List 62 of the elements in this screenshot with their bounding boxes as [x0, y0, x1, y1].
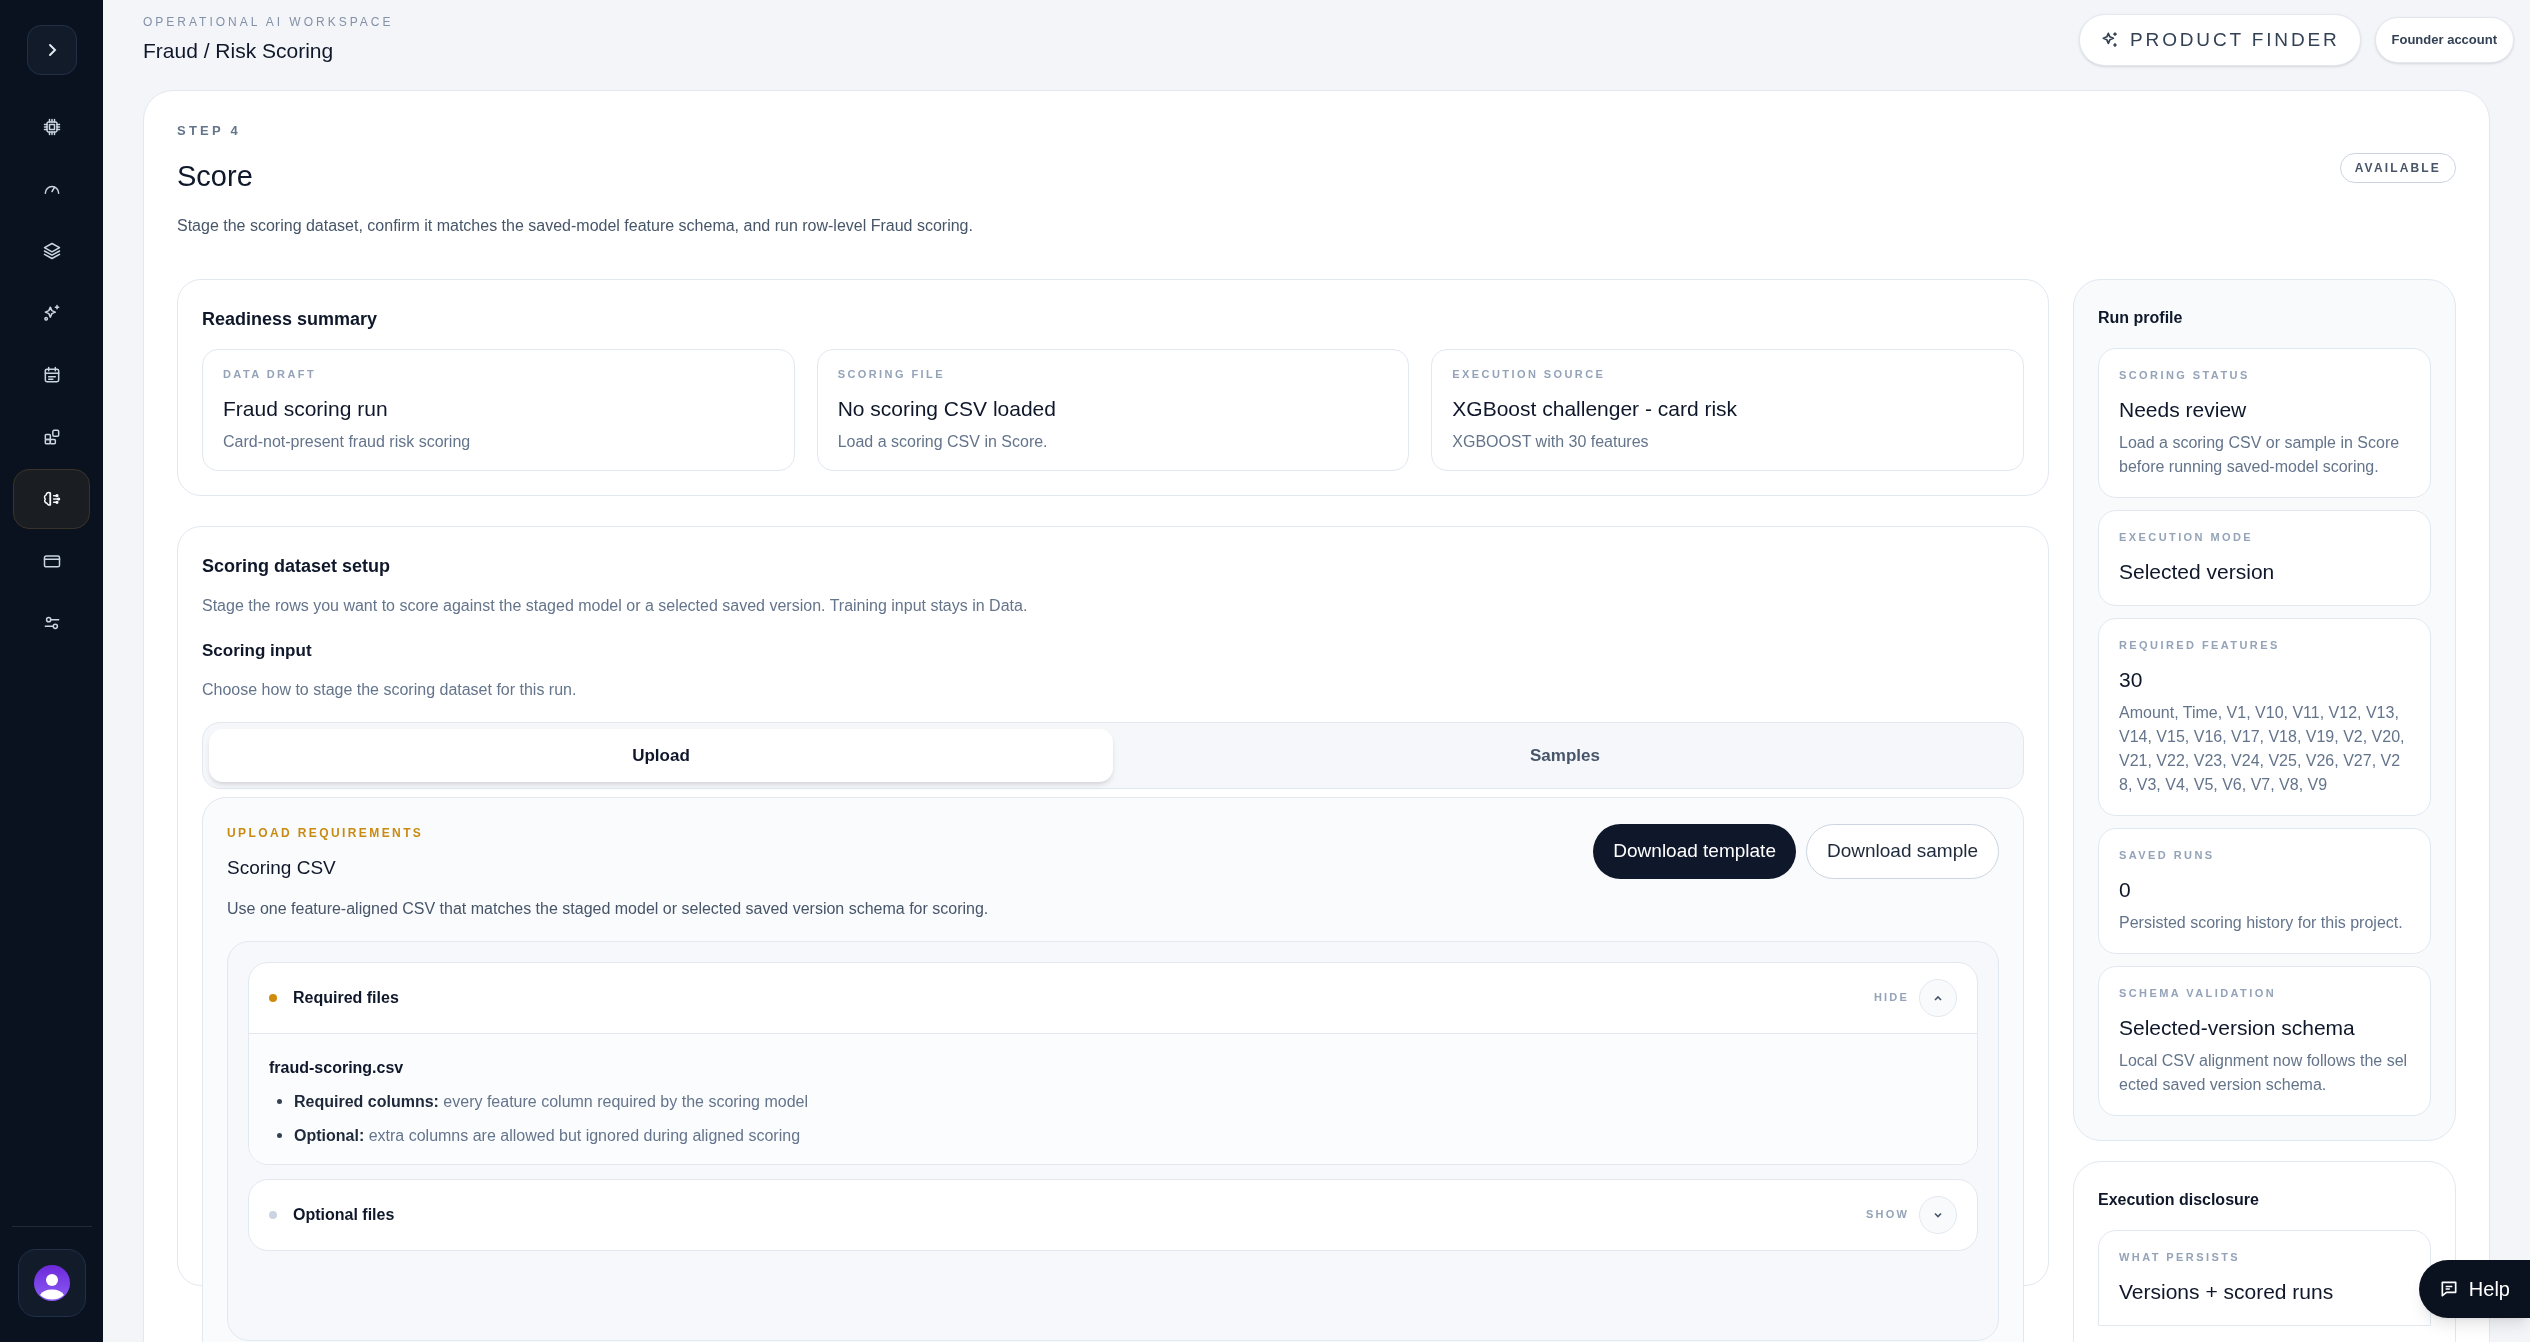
section-title: Readiness summary: [202, 308, 379, 331]
input-description: Choose how to stage the scoring dataset for this run.: [202, 679, 578, 700]
card-label: DATA DRAFT: [223, 367, 318, 382]
nav-item[interactable]: [13, 469, 90, 529]
card-value: Versions + scored runs: [2119, 1278, 2335, 1305]
requirements-description: Use one feature-aligned CSV that matches the staged model or selected saved version schema for scoring.: [227, 898, 990, 919]
mode-tab[interactable]: Samples: [1113, 728, 2017, 782]
section-name: Optional files: [293, 1204, 396, 1225]
section-title: Execution disclosure: [2098, 1190, 2260, 1210]
card-value: No scoring CSV loaded: [837, 395, 1057, 422]
card-label: SCORING FILE: [837, 367, 946, 382]
mode-tab[interactable]: Upload: [209, 728, 1113, 782]
download-template-button[interactable]: Download template: [1593, 824, 1796, 879]
card-value: 30: [2119, 666, 2144, 693]
section-name: Required files: [293, 987, 400, 1008]
input-title: Scoring input: [202, 640, 313, 662]
step-label: STEP 4: [177, 122, 243, 140]
card-value: Selected-version schema: [2119, 1014, 2356, 1041]
card-detail: XGBOOST with 30 features: [1452, 432, 1650, 452]
card-detail: Load a scoring CSV or sample in Score before running saved-model scoring.: [2119, 433, 2401, 477]
requirement-text: Optional: extra columns are allowed but ignored during aligned scoring: [294, 1125, 801, 1146]
card-detail: Amount, Time, V1, V10, V11, V12, V13, V14, V15, V16, V17, V18, V19, V2, V20, V21, V22, V23, V24, V25, V26, V27, V28, V3, V4, V5, V6, V7, V8, V9: [2119, 703, 2406, 795]
card-label: SCORING STATUS: [2119, 368, 2251, 383]
card-label: EXECUTION MODE: [2119, 530, 2255, 545]
profile-avatar-button[interactable]: [17, 1249, 86, 1317]
toggle-button[interactable]: [1919, 978, 1957, 1017]
step-description: Stage the scoring dataset, confirm it matches the saved-model feature schema, and run row-level Fraud scoring.: [177, 216, 973, 236]
toggle-label: HIDE: [1873, 990, 1909, 1006]
layers-icon: [41, 241, 62, 261]
product-finder-button[interactable]: PRODUCT FINDER: [2079, 13, 2361, 67]
card-label: WHAT PERSISTS: [2119, 1250, 2242, 1265]
file-name: fraud-scoring.csv: [269, 1057, 405, 1078]
card-label: SCHEMA VALIDATION: [2119, 986, 2278, 1001]
requirement-text: Required columns: every feature column required by the scoring model: [294, 1091, 808, 1112]
card-detail: Card-not-present fraud risk scoring: [223, 432, 472, 452]
avatar-icon: [33, 1265, 70, 1301]
account-button[interactable]: Founder account: [2374, 17, 2514, 63]
section-title: Scoring dataset setup: [202, 555, 392, 578]
card-value: XGBoost challenger - card risk: [1452, 395, 1739, 422]
workspace-eyebrow: OPERATIONAL AI WORKSPACE: [143, 14, 394, 32]
card-label: REQUIRED FEATURES: [2119, 638, 2281, 653]
download-sample-button[interactable]: Download sample: [1805, 824, 1999, 879]
requirements-title: Scoring CSV: [227, 856, 337, 880]
step-title: Score: [177, 158, 254, 194]
card-value: Fraud scoring run: [223, 395, 389, 422]
page-title: Fraud / Risk Scoring: [143, 38, 335, 65]
card-value: 0: [2119, 876, 2132, 903]
sparkles-icon: [41, 303, 62, 323]
card-detail: Load a scoring CSV in Score.: [837, 432, 1049, 452]
toggle-label: SHOW: [1865, 1207, 1909, 1223]
toggle-button[interactable]: [1919, 1195, 1957, 1234]
card-label: EXECUTION SOURCE: [1452, 367, 1607, 382]
chip-icon: [41, 117, 62, 137]
section-description: Stage the rows you want to score against the staged model or a selected saved version. Training input stays in Data.: [202, 596, 1029, 616]
card-label: SAVED RUNS: [2119, 848, 2216, 863]
card-detail: Local CSV alignment now follows the selected saved version schema.: [2119, 1051, 2409, 1095]
card-value: Needs review: [2119, 396, 2248, 423]
section-title: Run profile: [2098, 308, 2184, 328]
card-value: Selected version: [2119, 558, 2276, 585]
help-button[interactable]: Help: [2418, 1260, 2530, 1318]
requirements-eyebrow: UPLOAD REQUIREMENTS: [227, 825, 424, 842]
card-detail: Persisted scoring history for this project.: [2119, 913, 2404, 933]
